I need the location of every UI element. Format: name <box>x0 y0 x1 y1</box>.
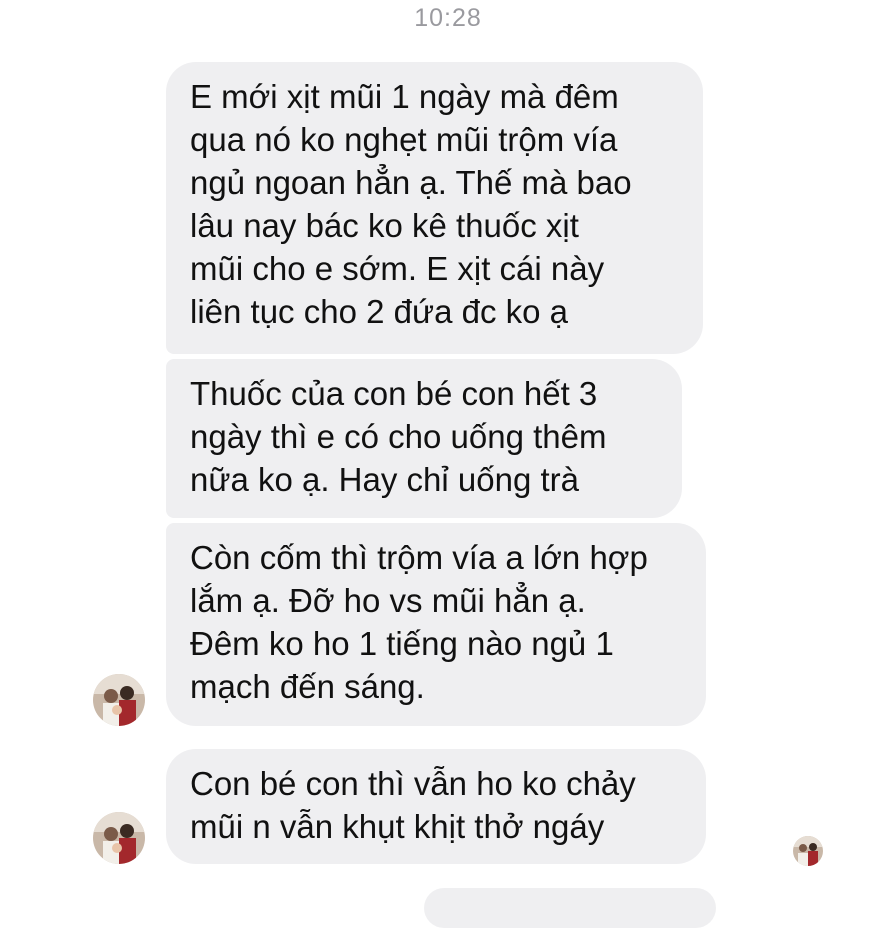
message-bubble[interactable]: E mới xịt mũi 1 ngày mà đêm qua nó ko ng… <box>166 62 703 354</box>
message-bubble[interactable]: Con bé con thì vẫn ho ko chảy mũi n vẫn … <box>166 749 706 864</box>
message-timestamp: 10:28 <box>414 4 482 32</box>
read-receipt-avatar <box>793 836 823 866</box>
read-receipt-icon <box>793 836 823 866</box>
sender-avatar[interactable] <box>93 674 145 726</box>
avatar-photo-icon <box>93 674 145 726</box>
message-bubble[interactable]: Thuốc của con bé con hết 3 ngày thì e có… <box>166 359 682 518</box>
message-bubble[interactable]: Còn cốm thì trộm vía a lớn hợp lắm ạ. Đỡ… <box>166 523 706 726</box>
message-bubble-partial[interactable] <box>424 888 716 928</box>
sender-avatar[interactable] <box>93 812 145 864</box>
avatar-photo-icon <box>93 812 145 864</box>
